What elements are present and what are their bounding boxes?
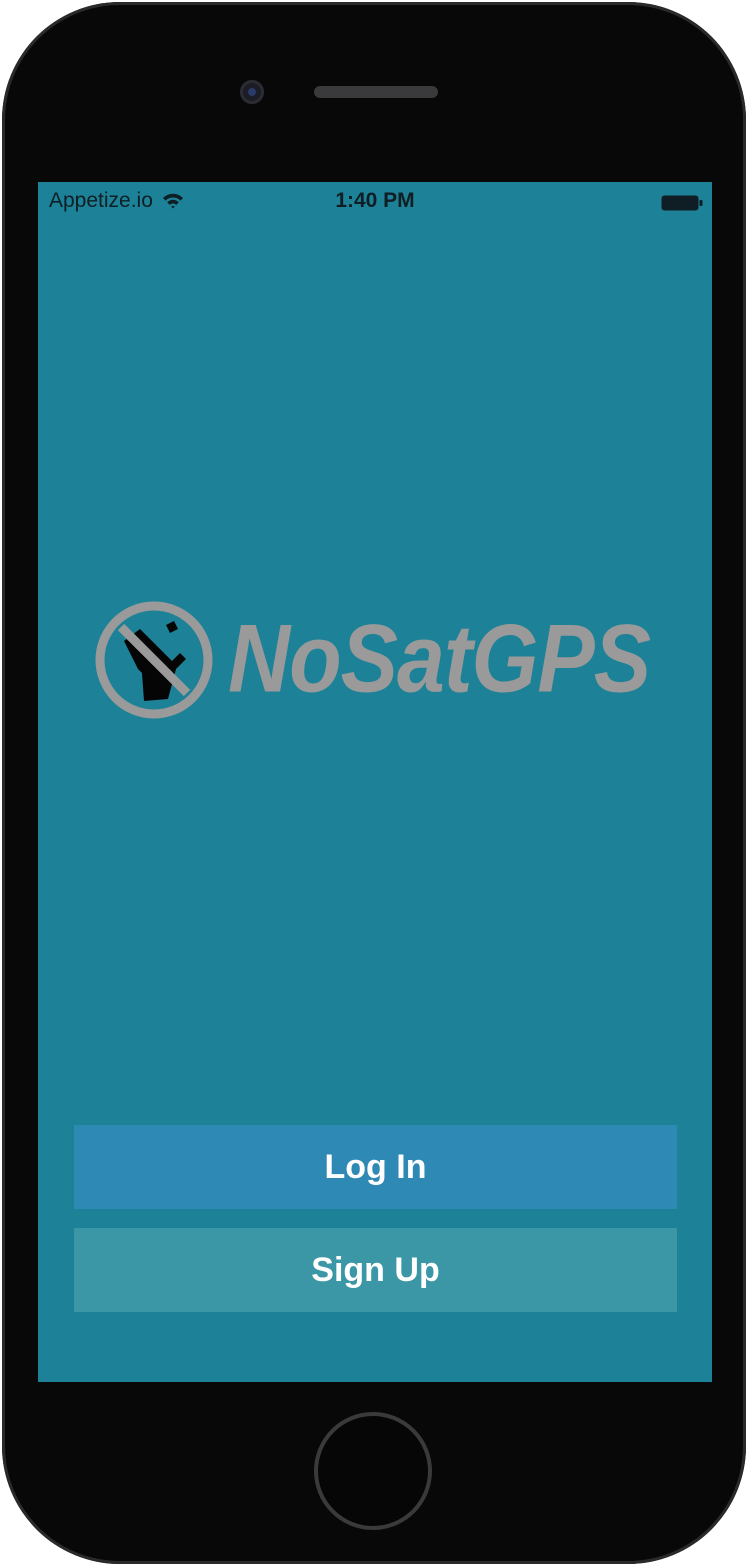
status-bar: Appetize.io 1:40 PM <box>38 182 712 222</box>
earpiece-speaker <box>314 86 438 98</box>
logo-wordmark: NoSatGPS <box>228 605 651 713</box>
app-logo: NoSatGPS <box>94 592 651 727</box>
app-screen: Appetize.io 1:40 PM NoSatGPS Log In Sign… <box>38 182 712 1382</box>
home-button[interactable] <box>314 1412 432 1530</box>
signup-button[interactable]: Sign Up <box>74 1228 677 1312</box>
front-camera <box>240 80 264 104</box>
no-satellite-icon <box>94 599 214 721</box>
phone-frame: Appetize.io 1:40 PM NoSatGPS Log In Sign… <box>2 2 746 1564</box>
battery-full-icon <box>661 193 703 211</box>
login-button[interactable]: Log In <box>74 1125 677 1209</box>
status-time: 1:40 PM <box>335 189 415 212</box>
